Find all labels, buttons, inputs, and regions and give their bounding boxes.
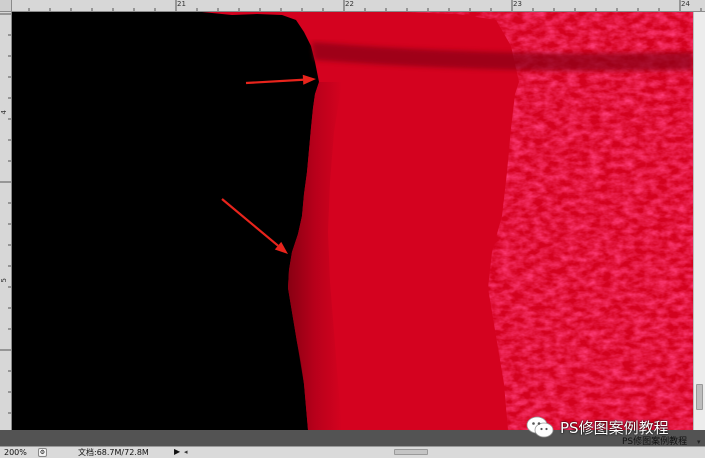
ruler-label-22: 22 — [345, 0, 354, 8]
horizontal-ruler[interactable]: 21 22 23 24 — [0, 0, 705, 12]
vertical-ruler-ticks — [0, 13, 11, 414]
ruler-corner — [0, 0, 12, 12]
ruler-label-24: 24 — [681, 0, 690, 8]
horizontal-scrollbar-thumb[interactable] — [394, 449, 428, 455]
ruler-label-21: 21 — [177, 0, 186, 8]
watermark-text: PS修图案例教程 — [560, 418, 669, 437]
wechat-icon — [526, 416, 554, 438]
document-size-info: 文档:68.7M/72.8M — [78, 448, 149, 457]
zoom-level[interactable]: 200% — [4, 448, 27, 458]
knit-image — [12, 12, 693, 430]
document-canvas[interactable] — [12, 12, 693, 430]
ruler-label-23: 23 — [513, 0, 522, 8]
caption-text: PS修图案例教程 — [622, 437, 688, 447]
vertical-scrollbar-thumb[interactable] — [696, 384, 703, 410]
status-menu-icon[interactable]: ⚙ — [38, 448, 47, 457]
caption-dropdown-icon[interactable]: ▾ — [697, 438, 701, 446]
ruler-label-5: 5 — [0, 278, 8, 283]
ruler-label-4: 4 — [0, 110, 8, 115]
status-bar: 200% ⚙ 文档:68.7M/72.8M ▶ ◂ — [0, 446, 705, 458]
vertical-ruler[interactable]: 4 5 — [0, 12, 12, 430]
horizontal-scrollbar[interactable]: ◂ — [182, 447, 694, 457]
vertical-scrollbar[interactable] — [693, 12, 705, 430]
scroll-left-arrow-icon[interactable]: ◂ — [184, 447, 188, 457]
status-expand-arrow-icon[interactable]: ▶ — [174, 447, 180, 457]
